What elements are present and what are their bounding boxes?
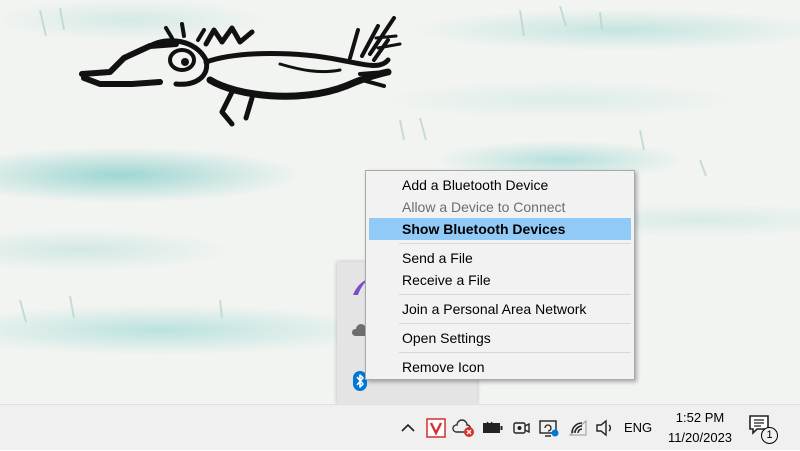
language-indicator[interactable]: ENG [624,405,652,451]
menu-item-add-bluetooth-device[interactable]: Add a Bluetooth Device [369,174,631,196]
cloud-error-icon[interactable] [452,417,476,439]
clock-time: 1:52 PM [675,410,725,425]
bluetooth-context-menu: Add a Bluetooth Device Allow a Device to… [365,170,635,380]
video-camera-icon[interactable] [510,417,532,439]
menu-separator [399,352,631,353]
menu-separator [399,294,631,295]
menu-item-open-settings[interactable]: Open Settings [369,327,631,349]
menu-separator [399,323,631,324]
speaker-icon[interactable] [594,417,616,439]
wifi-icon[interactable] [567,417,589,439]
clock[interactable]: 1:52 PM 11/20/2023 [660,408,740,448]
menu-item-show-bluetooth-devices[interactable]: Show Bluetooth Devices [369,218,631,240]
clock-date: 11/20/2023 [667,430,733,445]
notification-count-badge: 1 [761,427,778,444]
menu-item-remove-icon[interactable]: Remove Icon [369,356,631,378]
menu-item-allow-device-to-connect: Allow a Device to Connect [402,199,566,215]
taskbar: ENG 1:52 PM 11/20/2023 1 [0,404,800,450]
menu-item-join-personal-area-network[interactable]: Join a Personal Area Network [369,298,631,320]
battery-icon[interactable] [481,417,505,439]
menu-item-receive-file[interactable]: Receive a File [369,269,631,291]
v-app-icon[interactable] [425,417,447,439]
chevron-up-icon[interactable] [398,417,418,439]
menu-separator [399,243,631,244]
notification-center-button[interactable]: 1 [748,414,778,444]
menu-item-send-file[interactable]: Send a File [369,247,631,269]
screen-update-icon[interactable] [537,417,561,439]
